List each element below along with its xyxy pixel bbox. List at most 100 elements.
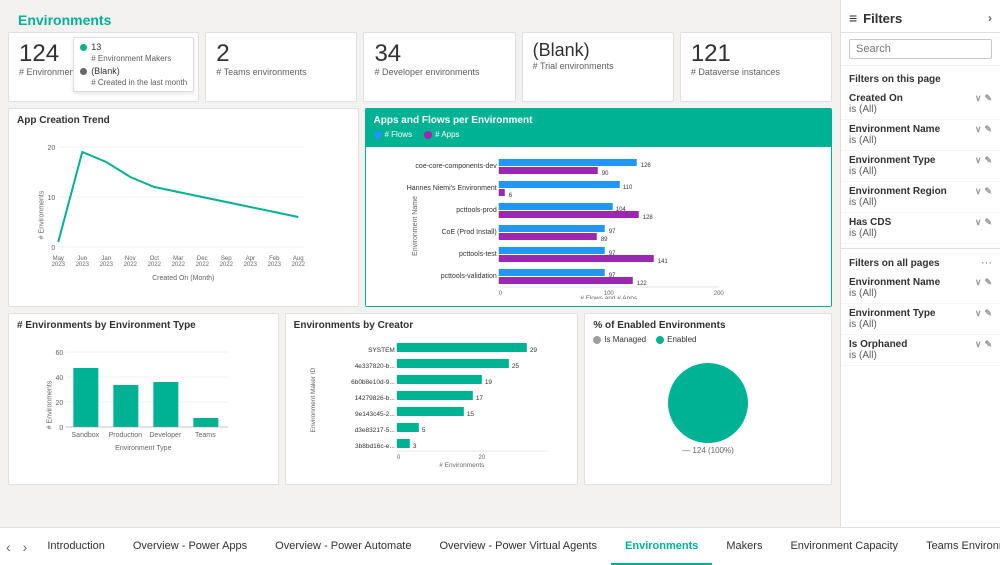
kpi-teams-label: # Teams environments [216,67,346,77]
expand-icon[interactable]: › [988,11,992,25]
pct-enabled-card: % of Enabled Environments Is Managed Ena… [584,313,832,485]
tooltip-dot-teal [80,44,87,51]
svg-text:0: 0 [51,245,55,252]
creator-bar-5 [396,407,463,416]
svg-text:20: 20 [47,145,55,152]
filter-all-env-name-chevron[interactable]: ∨ [975,277,982,288]
filter-created-on-chevron[interactable]: ∨ [975,93,982,104]
tab-introduction[interactable]: Introduction [33,528,118,565]
sidebar-divider [841,248,1000,249]
filter-all-env-name-value: is (All) [849,288,992,299]
kpi-teams: 2 # Teams environments [205,32,357,102]
svg-text:# Environments: # Environments [46,380,53,429]
filter-env-name-edit[interactable]: ✎ [984,124,992,135]
svg-text:25: 25 [511,363,519,370]
svg-text:2023: 2023 [76,262,90,268]
svg-text:0: 0 [396,455,400,461]
svg-text:97: 97 [608,229,615,235]
filter-all-orphaned-chevron[interactable]: ∨ [975,339,982,350]
kpi-developer-value: 34 [374,41,504,67]
tab-nav-next[interactable]: › [17,528,34,565]
svg-text:Sandbox: Sandbox [72,432,100,439]
creator-bar-1 [396,343,526,352]
filter-env-region-label: Environment Region [849,186,947,197]
env-type-chart: # Environments 60 40 20 0 [17,335,270,475]
apps-flows-chart: Environment Name coe-core-components-dev… [372,151,826,299]
tooltip-label-1: # Environment Makers [91,54,187,63]
svg-text:d3e83217-5...: d3e83217-5... [354,427,394,434]
filter-created-on-label: Created On [849,93,903,104]
filter-env-region-edit[interactable]: ✎ [984,186,992,197]
app-creation-trend-chart: # Environments 20 10 0 May 2023 Jun 2023 [17,130,350,295]
filter-all-orphaned[interactable]: Is Orphaned ∨ ✎ is (All) [841,335,1000,366]
bar-flows-3 [498,203,612,210]
filter-all-env-type-chevron[interactable]: ∨ [975,308,982,319]
filter-env-name-label: Environment Name [849,124,940,135]
tab-overview-power-virtual-agents[interactable]: Overview - Power Virtual Agents [426,528,612,565]
tab-overview-power-automate[interactable]: Overview - Power Automate [261,528,425,565]
filter-all-env-type[interactable]: Environment Type ∨ ✎ is (All) [841,304,1000,335]
svg-text:10: 10 [47,195,55,202]
filter-has-cds-label: Has CDS [849,217,891,228]
svg-text:14279826-b...: 14279826-b... [354,395,394,402]
svg-text:200: 200 [713,291,724,297]
svg-text:Production: Production [109,432,143,439]
search-container[interactable] [841,33,1000,66]
filter-has-cds-chevron[interactable]: ∨ [975,217,982,228]
filter-has-cds-value: is (All) [849,228,992,239]
legend-flows-label: # Flows [385,130,413,139]
tab-makers[interactable]: Makers [712,528,776,565]
filter-all-env-name[interactable]: Environment Name ∨ ✎ is (All) [841,273,1000,304]
filter-env-type-chevron[interactable]: ∨ [975,155,982,166]
bar-apps-5 [498,255,653,262]
app-creation-trend-title: App Creation Trend [17,115,350,126]
filter-env-region[interactable]: Environment Region ∨ ✎ is (All) [841,182,1000,213]
svg-text:15: 15 [466,411,474,418]
svg-text:Developer: Developer [149,432,182,439]
tab-overview-power-apps[interactable]: Overview - Power Apps [119,528,261,565]
svg-text:CoE (Prod Install): CoE (Prod Install) [441,229,496,236]
bar-flows-5 [498,247,604,254]
legend-enabled-dot [656,336,664,344]
kpi-dataverse-value: 121 [691,41,821,67]
filter-created-on[interactable]: Created On ∨ ✎ is (All) [841,89,1000,120]
filter-created-on-edit[interactable]: ✎ [984,93,992,104]
filter-has-cds-edit[interactable]: ✎ [984,217,992,228]
svg-text:0: 0 [59,425,63,432]
tab-teams-environments[interactable]: Teams Environments [912,528,1000,565]
bar-apps-2 [498,189,504,196]
search-input[interactable] [849,39,992,59]
pie-chart: — 124 (100%) [648,348,768,458]
svg-text:20: 20 [56,400,64,407]
svg-text:126: 126 [640,163,651,169]
env-creator-title: Environments by Creator [294,320,570,331]
filter-env-type[interactable]: Environment Type ∨ ✎ is (All) [841,151,1000,182]
filter-env-type-edit[interactable]: ✎ [984,155,992,166]
svg-text:9e143c45-2...: 9e143c45-2... [355,411,395,418]
filter-env-name[interactable]: Environment Name ∨ ✎ is (All) [841,120,1000,151]
svg-text:2023: 2023 [100,262,114,268]
filters-panel: ≡ Filters › Filters on this page Created… [840,0,1000,527]
page-title-bar: Environments [8,8,832,32]
legend-apps-dot [424,131,432,139]
filter-has-cds[interactable]: Has CDS ∨ ✎ is (All) [841,213,1000,244]
creator-bar-2 [396,359,508,368]
tooltip-dot-blank [80,68,87,75]
filter-all-env-name-edit[interactable]: ✎ [984,277,992,288]
all-pages-more[interactable]: ··· [981,257,992,269]
filter-env-region-chevron[interactable]: ∨ [975,186,982,197]
bottom-row: # Environments by Environment Type # Env… [8,313,832,485]
svg-text:pcttools-test: pcttools-test [459,251,497,258]
tab-environment-capacity[interactable]: Environment Capacity [776,528,912,565]
filter-all-env-type-edit[interactable]: ✎ [984,308,992,319]
svg-text:Environment Maker ID: Environment Maker ID [309,367,316,432]
kpi-environments: 124 # Environments 13 # Environment Make… [8,32,199,102]
tab-nav-prev[interactable]: ‹ [0,528,17,565]
tab-environments[interactable]: Environments [611,528,712,565]
filter-env-name-chevron[interactable]: ∨ [975,124,982,135]
svg-text:141: 141 [657,259,668,265]
svg-text:3: 3 [412,443,416,450]
svg-text:pcttools-validation: pcttools-validation [440,273,496,280]
filter-env-region-value: is (All) [849,197,992,208]
filter-all-orphaned-edit[interactable]: ✎ [984,339,992,350]
